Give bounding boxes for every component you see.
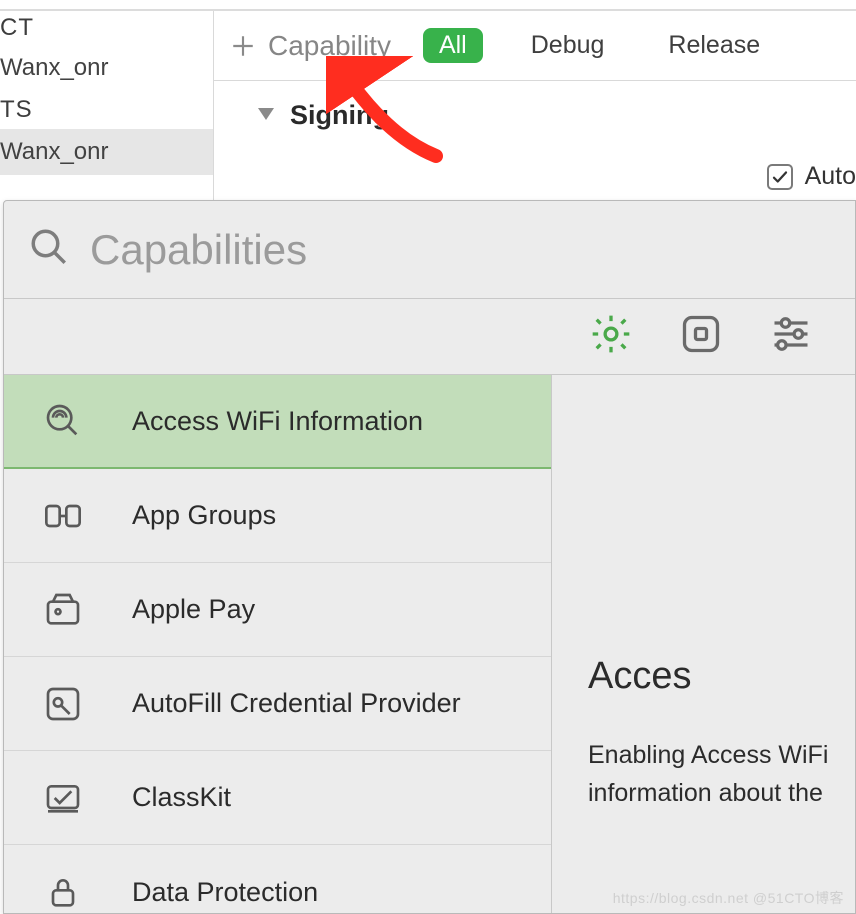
capabilities-search-row	[4, 201, 855, 299]
capabilities-popover: Access WiFi Information App Groups Apple…	[3, 200, 856, 914]
checkbox-checked-icon	[767, 164, 793, 190]
project-section-header: CT	[0, 14, 34, 42]
capability-label: Apple Pay	[132, 594, 255, 625]
watermark: https://blog.csdn.net @51CTO博客	[613, 888, 844, 908]
capability-autofill[interactable]: AutoFill Credential Provider	[4, 657, 551, 751]
gear-icon[interactable]	[589, 312, 633, 361]
search-icon	[28, 226, 70, 273]
signing-title: Signing	[290, 100, 389, 131]
capability-label: AutoFill Credential Provider	[132, 688, 461, 719]
auto-signing-label: Auto	[805, 162, 856, 191]
capability-label: Access WiFi Information	[132, 406, 423, 437]
capabilities-list: Access WiFi Information App Groups Apple…	[4, 375, 552, 913]
auto-signing-checkbox[interactable]: Auto	[767, 162, 856, 191]
sliders-icon[interactable]	[769, 312, 813, 361]
capability-detail: Acces Enabling Access WiFi information a…	[552, 375, 855, 913]
lock-icon	[40, 869, 86, 913]
wallet-icon	[40, 587, 86, 633]
capabilities-search-input[interactable]	[90, 226, 831, 274]
add-capability-button[interactable]: Capability	[230, 30, 391, 62]
stop-icon[interactable]	[679, 312, 723, 361]
project-name: Wanx_onr	[0, 54, 109, 82]
capability-app-groups[interactable]: App Groups	[4, 469, 551, 563]
disclosure-triangle-icon	[256, 100, 276, 131]
app-groups-icon	[40, 493, 86, 539]
detail-title: Acces	[588, 655, 855, 698]
capability-label: Data Protection	[132, 877, 318, 908]
capabilities-toolbar: Capability All Debug Release	[214, 11, 856, 81]
filter-all[interactable]: All	[423, 28, 483, 63]
target-item[interactable]: Wanx_onr	[0, 129, 213, 175]
detail-line1: Enabling Access WiFi	[588, 736, 855, 774]
capability-classkit[interactable]: ClassKit	[4, 751, 551, 845]
capability-label: ClassKit	[132, 782, 231, 813]
target-name: Wanx_onr	[0, 138, 109, 166]
plus-icon	[230, 33, 256, 59]
capability-apple-pay[interactable]: Apple Pay	[4, 563, 551, 657]
filter-debug[interactable]: Debug	[515, 28, 621, 63]
capability-data-protection[interactable]: Data Protection	[4, 845, 551, 913]
detail-line2: information about the	[588, 774, 855, 812]
project-item[interactable]: Wanx_onr	[0, 45, 213, 91]
add-capability-label: Capability	[268, 30, 391, 62]
capability-label: App Groups	[132, 500, 276, 531]
capabilities-view-toolbar	[4, 299, 855, 375]
capability-access-wifi[interactable]: Access WiFi Information	[4, 375, 551, 469]
wifi-search-icon	[40, 398, 86, 444]
signing-section[interactable]: Signing	[256, 100, 389, 131]
key-icon	[40, 681, 86, 727]
targets-section-header: TS	[0, 96, 33, 124]
classkit-icon	[40, 775, 86, 821]
filter-release[interactable]: Release	[652, 28, 776, 63]
